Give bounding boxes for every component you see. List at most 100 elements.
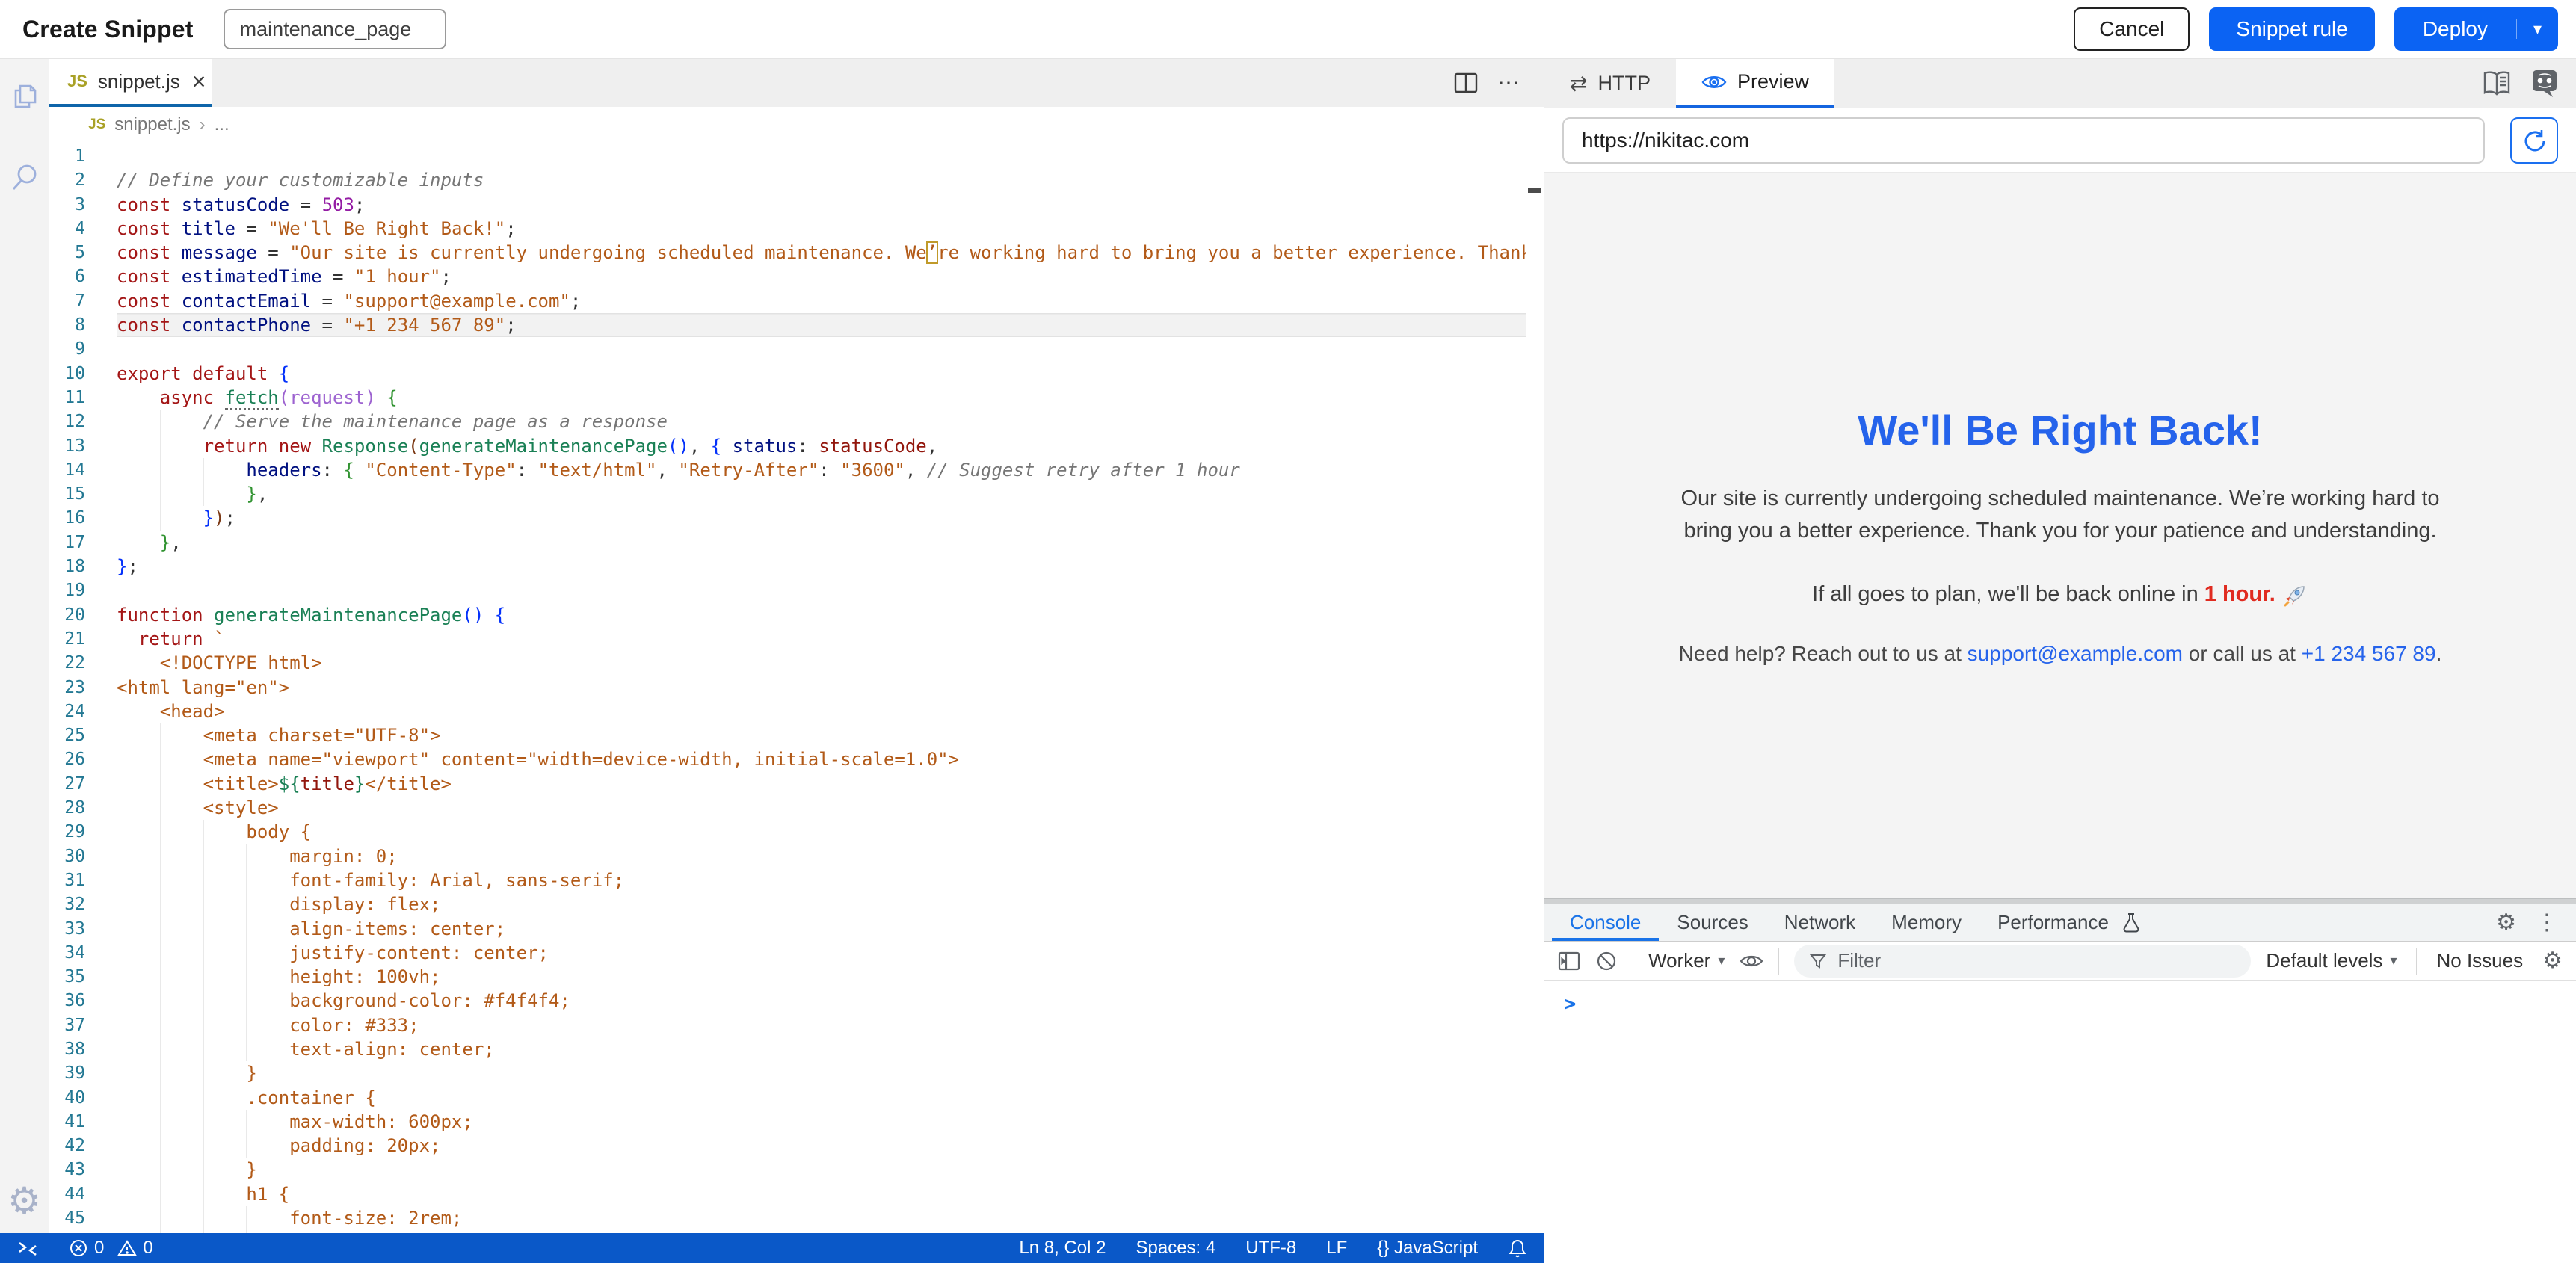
settings-gear-icon[interactable]: ⚙ (7, 1182, 41, 1220)
code-line[interactable]: 14 headers: { "Content-Type": "text/html… (49, 458, 1544, 482)
code-line[interactable]: 10export default { (49, 362, 1544, 386)
devtools-tab-network[interactable]: Network (1766, 904, 1873, 941)
code-line[interactable]: 22 <!DOCTYPE html> (49, 651, 1544, 675)
deploy-dropdown-button[interactable]: ▾ (2516, 19, 2558, 39)
code-line[interactable]: 17 }, (49, 531, 1544, 555)
code-line[interactable]: 6const estimatedTime = "1 hour"; (49, 265, 1544, 288)
remote-indicator-icon[interactable] (16, 1238, 39, 1258)
live-expression-eye-icon[interactable] (1740, 952, 1763, 970)
refresh-button[interactable] (2510, 117, 2558, 164)
console-settings-gear-icon[interactable]: ⚙ (2542, 948, 2563, 974)
cancel-button[interactable]: Cancel (2074, 7, 2190, 51)
code-line[interactable]: 30 margin: 0; (49, 844, 1544, 868)
code-line[interactable]: 4const title = "We'll Be Right Back!"; (49, 217, 1544, 241)
code-line[interactable]: 3const statusCode = 503; (49, 193, 1544, 217)
code-line[interactable]: 20function generateMaintenancePage() { (49, 603, 1544, 627)
status-item[interactable]: Ln 8, Col 2 (1019, 1238, 1106, 1259)
code-line[interactable]: 36 background-color: #f4f4f4; (49, 989, 1544, 1013)
files-icon[interactable] (8, 80, 41, 113)
preview-url-input[interactable] (1562, 117, 2485, 164)
tab-preview[interactable]: Preview (1676, 59, 1834, 108)
code-line[interactable]: 11 async fetch(request) { (49, 386, 1544, 410)
code-line[interactable]: 38 text-align: center; (49, 1037, 1544, 1061)
code-line[interactable]: 12 // Serve the maintenance page as a re… (49, 410, 1544, 433)
support-email-link[interactable]: support@example.com (1968, 642, 2183, 665)
code-line[interactable]: 26 <meta name="viewport" content="width=… (49, 747, 1544, 771)
editor-scrollbar[interactable] (1526, 142, 1544, 1233)
tab-snippet-js[interactable]: JS snippet.js × (49, 59, 212, 107)
help-end: . (2436, 642, 2442, 665)
code-line[interactable]: 19 (49, 578, 1544, 602)
devtools-tab-performance[interactable]: Performance (1979, 904, 2127, 941)
problems-indicator[interactable]: 0 0 (69, 1238, 153, 1259)
breadcrumb-file[interactable]: snippet.js (114, 114, 190, 135)
code-editor[interactable]: 12// Define your customizable inputs3con… (49, 142, 1544, 1233)
console-filter-input[interactable]: Filter (1794, 945, 2251, 978)
code-line[interactable]: 15 }, (49, 482, 1544, 506)
console-output[interactable]: > (1544, 981, 2576, 1263)
clear-console-icon[interactable] (1595, 950, 1618, 972)
status-item[interactable]: LF (1326, 1238, 1347, 1259)
code-line[interactable]: 16 }); (49, 506, 1544, 530)
devtools-menu-kebab-icon[interactable]: ⋮ (2536, 910, 2558, 936)
code-line[interactable]: 46 color: #2563eb; (49, 1230, 1544, 1233)
log-levels-dropdown[interactable]: Default levels ▾ (2266, 949, 2397, 972)
discord-chat-icon[interactable] (2530, 70, 2560, 98)
breadcrumb[interactable]: JS snippet.js › ... (49, 107, 1544, 142)
code-line[interactable]: 7const contactEmail = "support@example.c… (49, 289, 1544, 313)
code-line[interactable]: 24 <head> (49, 700, 1544, 723)
deploy-button[interactable]: Deploy ▾ (2394, 7, 2558, 51)
code-line[interactable]: 39 } (49, 1061, 1544, 1085)
devtools-resize-handle[interactable] (1544, 898, 2576, 904)
code-line[interactable]: 31 font-family: Arial, sans-serif; (49, 868, 1544, 892)
search-icon[interactable] (8, 161, 41, 194)
code-line[interactable]: 23<html lang="en"> (49, 676, 1544, 700)
code-line[interactable]: 33 align-items: center; (49, 917, 1544, 941)
code-line[interactable]: 45 font-size: 2rem; (49, 1206, 1544, 1230)
code-line[interactable]: 41 max-width: 600px; (49, 1110, 1544, 1134)
notifications-bell-icon[interactable] (1508, 1238, 1527, 1259)
code-line[interactable]: 13 return new Response(generateMaintenan… (49, 434, 1544, 458)
code-line[interactable]: 5const message = "Our site is currently … (49, 241, 1544, 265)
deploy-button-label[interactable]: Deploy (2394, 7, 2516, 51)
code-line[interactable]: 43 } (49, 1158, 1544, 1182)
code-line[interactable]: 42 padding: 20px; (49, 1134, 1544, 1158)
status-item[interactable]: Spaces: 4 (1136, 1238, 1216, 1259)
documentation-book-icon[interactable] (2482, 70, 2512, 97)
devtools-tab-memory[interactable]: Memory (1873, 904, 1979, 941)
more-actions-icon[interactable]: ⋯ (1497, 70, 1521, 96)
issues-counter[interactable]: No Issues (2436, 949, 2523, 972)
console-prompt[interactable]: > (1564, 992, 1576, 1016)
code-line[interactable]: 29 body { (49, 820, 1544, 844)
code-line[interactable]: 44 h1 { (49, 1182, 1544, 1206)
devtools-tab-sources[interactable]: Sources (1659, 904, 1766, 941)
devtools-settings-gear-icon[interactable]: ⚙ (2496, 910, 2516, 936)
code-line[interactable]: 32 display: flex; (49, 892, 1544, 916)
code-line[interactable]: 9 (49, 337, 1544, 361)
code-line[interactable]: 25 <meta charset="UTF-8"> (49, 723, 1544, 747)
code-line[interactable]: 34 justify-content: center; (49, 941, 1544, 965)
code-line[interactable]: 21 return ` (49, 627, 1544, 651)
snippet-name-input[interactable] (224, 9, 446, 49)
code-line[interactable]: 1 (49, 144, 1544, 168)
code-line[interactable]: 35 height: 100vh; (49, 965, 1544, 989)
phone-link[interactable]: +1 234 567 89 (2302, 642, 2436, 665)
context-selector[interactable]: Worker ▾ (1648, 949, 1725, 972)
code-line[interactable]: 40 .container { (49, 1086, 1544, 1110)
code-line[interactable]: 28 <style> (49, 796, 1544, 820)
tab-http[interactable]: ⇄ HTTP (1544, 59, 1676, 108)
breadcrumb-more[interactable]: ... (215, 114, 229, 135)
code-line[interactable]: 8const contactPhone = "+1 234 567 89"; (49, 313, 1544, 337)
devtools-tab-console[interactable]: Console (1552, 904, 1659, 941)
status-item[interactable]: UTF-8 (1245, 1238, 1296, 1259)
code-line[interactable]: 18}; (49, 555, 1544, 578)
console-sidebar-toggle-icon[interactable] (1558, 951, 1580, 972)
status-item[interactable]: {} JavaScript (1377, 1238, 1478, 1259)
close-tab-icon[interactable]: × (192, 70, 206, 93)
split-editor-icon[interactable] (1454, 72, 1478, 94)
snippet-rule-button[interactable]: Snippet rule (2209, 7, 2374, 51)
flask-experiment-icon[interactable] (2121, 904, 2142, 941)
code-line[interactable]: 37 color: #333; (49, 1013, 1544, 1037)
code-line[interactable]: 2// Define your customizable inputs (49, 168, 1544, 192)
code-line[interactable]: 27 <title>${title}</title> (49, 772, 1544, 796)
